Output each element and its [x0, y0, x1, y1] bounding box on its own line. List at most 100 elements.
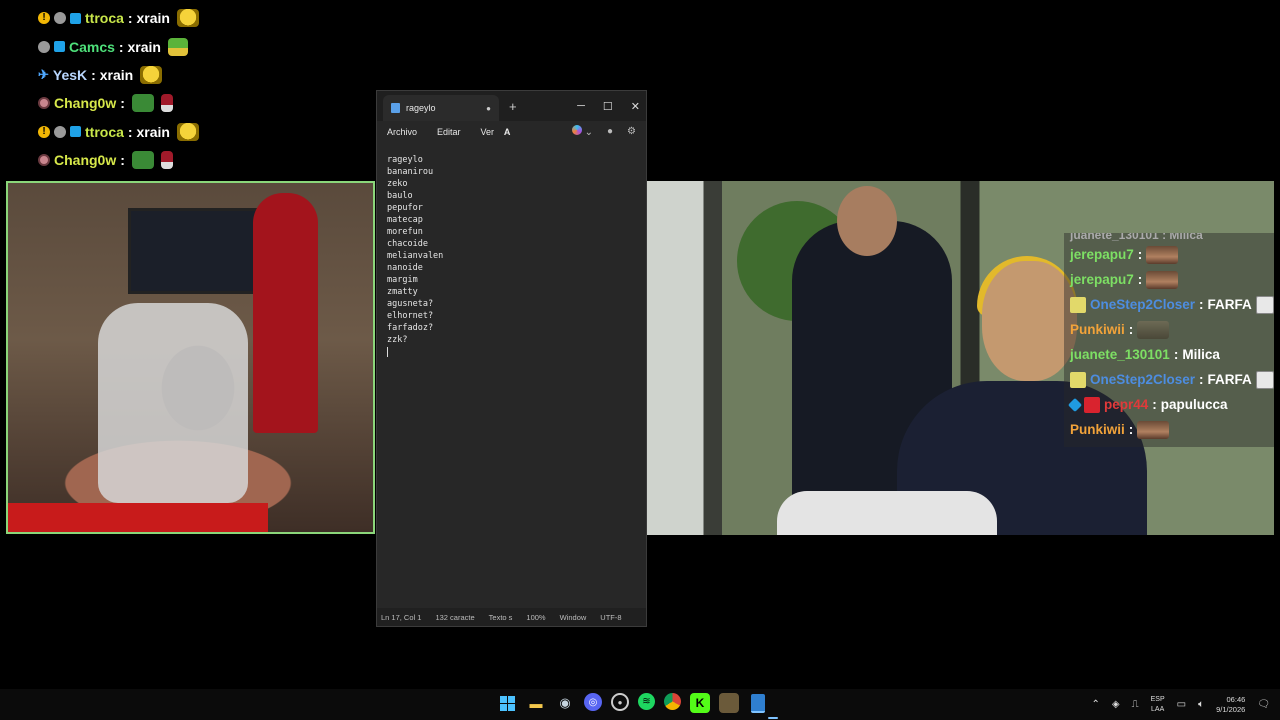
text-line[interactable]: matecap: [387, 214, 636, 226]
text-line[interactable]: chacoide: [387, 238, 636, 250]
text-line[interactable]: margim: [387, 274, 636, 286]
char-count: 132 caracte: [435, 612, 475, 622]
chat-username[interactable]: Chang0w: [54, 152, 116, 168]
cursor-position: Ln 17, Col 1: [381, 612, 422, 622]
chrome-icon[interactable]: [664, 693, 681, 710]
emote-icon: [1146, 245, 1179, 264]
cube-icon: [70, 126, 81, 138]
new-tab-button[interactable]: +: [509, 99, 517, 114]
clock-time: 06:46: [1226, 694, 1246, 704]
microphone-icon[interactable]: ⎍: [1132, 699, 1139, 710]
sword-icon: [1070, 371, 1086, 388]
minecraft-icon[interactable]: [719, 693, 739, 713]
zoom-level[interactable]: 100%: [526, 613, 545, 622]
close-button[interactable]: ✕: [631, 100, 640, 113]
copilot-icon[interactable]: ⌄: [571, 125, 593, 138]
grey-dot-icon: [54, 125, 66, 138]
chat-line: Chang0w:: [38, 89, 338, 117]
emote-icon: [1146, 270, 1179, 289]
menu-archivo[interactable]: Archivo: [387, 127, 417, 137]
chat-username[interactable]: pepr44: [1104, 397, 1148, 412]
chat-line: Punkiwii :: [1064, 317, 1274, 342]
notepad-editor[interactable]: rageylo bananirou zeko baulo pepufor matecap m…: [377, 151, 646, 608]
chat-message: : xrain: [127, 10, 170, 27]
minimize-button[interactable]: ─: [577, 100, 585, 112]
heart-icon: [1084, 396, 1100, 413]
wifi-icon[interactable]: ▭: [1177, 699, 1186, 710]
chat-username[interactable]: ttroca: [85, 124, 124, 140]
windows-start-icon[interactable]: [497, 693, 517, 713]
chat-message: :: [120, 95, 125, 112]
text-line[interactable]: baulo: [387, 190, 636, 202]
kick-icon[interactable]: K: [690, 693, 710, 713]
santa-costume-background: [253, 193, 318, 433]
network-tray-icon[interactable]: ◈: [1112, 699, 1120, 710]
volume-icon[interactable]: 🔈︎: [1198, 699, 1204, 710]
text-line[interactable]: pepufor: [387, 202, 636, 214]
chat-username[interactable]: OneStep2Closer: [1090, 372, 1195, 387]
notifications-icon[interactable]: 🗨︎: [1257, 699, 1270, 710]
text-line[interactable]: elhornet?: [387, 310, 636, 322]
chat-separator: :: [1199, 297, 1204, 312]
grey-dot-icon: [38, 40, 50, 53]
clock[interactable]: 06:46 9/1/2026: [1216, 695, 1245, 715]
text-line[interactable]: nanoide: [387, 262, 636, 274]
warn-icon: !: [38, 12, 50, 25]
chat-username[interactable]: Punkiwii: [1070, 422, 1125, 437]
chat-message: :: [120, 152, 125, 169]
emote-icon: [131, 151, 154, 170]
unsaved-indicator[interactable]: ●: [486, 104, 491, 113]
notepad-window[interactable]: rageylo ● + ─ ☐ ✕ Archivo Editar Ver 𝐀 ⌄…: [376, 90, 647, 627]
menu-ver[interactable]: Ver: [481, 127, 495, 137]
notepad-menubar: Archivo Editar Ver 𝐀 ⌄ ● ⚙: [377, 121, 646, 143]
text-line[interactable]: zeko: [387, 178, 636, 190]
chat-username[interactable]: Punkiwii: [1070, 322, 1125, 337]
chat-message: : xrain: [127, 123, 170, 140]
emote-icon: [1137, 320, 1170, 339]
text-line[interactable]: farfadoz?: [387, 322, 636, 334]
text-line[interactable]: morefun: [387, 226, 636, 238]
emote-icon: [160, 94, 173, 113]
cube-icon: [70, 12, 81, 24]
notepad-titlebar[interactable]: rageylo ● + ─ ☐ ✕: [377, 91, 646, 121]
notepad-tab[interactable]: rageylo ●: [383, 95, 499, 121]
emote-icon: [1255, 295, 1274, 314]
settings-gear-icon[interactable]: ⚙: [627, 126, 636, 137]
notepad-taskbar-icon[interactable]: [748, 693, 768, 713]
chat-username[interactable]: Camcs: [69, 39, 115, 55]
text-line[interactable]: zmatty: [387, 286, 636, 298]
chat-line: Camcs: xrain: [38, 32, 338, 60]
warn-icon: !: [38, 125, 50, 138]
obs-icon[interactable]: ●: [611, 693, 629, 711]
text-line[interactable]: agusneta?: [387, 298, 636, 310]
chat-username[interactable]: YesK: [53, 67, 87, 83]
file-explorer-icon[interactable]: ▬: [526, 693, 546, 713]
text-line[interactable]: zzk?: [387, 334, 636, 346]
text-line[interactable]: melianvalen: [387, 250, 636, 262]
chat-username[interactable]: Chang0w: [54, 95, 116, 111]
account-icon[interactable]: ●: [607, 126, 613, 137]
chat-line: jerepapu7 :: [1064, 267, 1274, 292]
chat-username[interactable]: ttroca: [85, 10, 124, 26]
language-indicator[interactable]: ESP LAA: [1151, 695, 1165, 715]
chevron-up-icon[interactable]: ⌃: [1092, 699, 1100, 710]
text-line[interactable]: bananirou: [387, 166, 636, 178]
steam-icon[interactable]: ◉: [555, 693, 575, 713]
chat-username[interactable]: jerepapu7: [1070, 272, 1134, 287]
text-caret: [387, 347, 388, 357]
chat-username[interactable]: juanete_130101: [1070, 347, 1170, 362]
webcam-left: [6, 181, 375, 534]
text-line[interactable]: rageylo: [387, 154, 636, 166]
maximize-button[interactable]: ☐: [603, 100, 613, 113]
emote-icon: [160, 151, 173, 170]
menu-editar[interactable]: Editar: [437, 127, 461, 137]
taskbar-apps: ▬ ◉ ◎ ● ≋ K: [497, 693, 768, 713]
chat-separator: :: [1137, 272, 1143, 287]
chat-username[interactable]: jerepapu7: [1070, 247, 1134, 262]
spotify-icon[interactable]: ≋: [638, 693, 655, 710]
text-format-icon[interactable]: 𝐀: [504, 127, 510, 138]
chat-username[interactable]: OneStep2Closer: [1090, 297, 1195, 312]
discord-icon[interactable]: ◎: [584, 693, 602, 711]
text-format: Texto s: [488, 612, 513, 622]
emote-icon: [131, 94, 154, 113]
